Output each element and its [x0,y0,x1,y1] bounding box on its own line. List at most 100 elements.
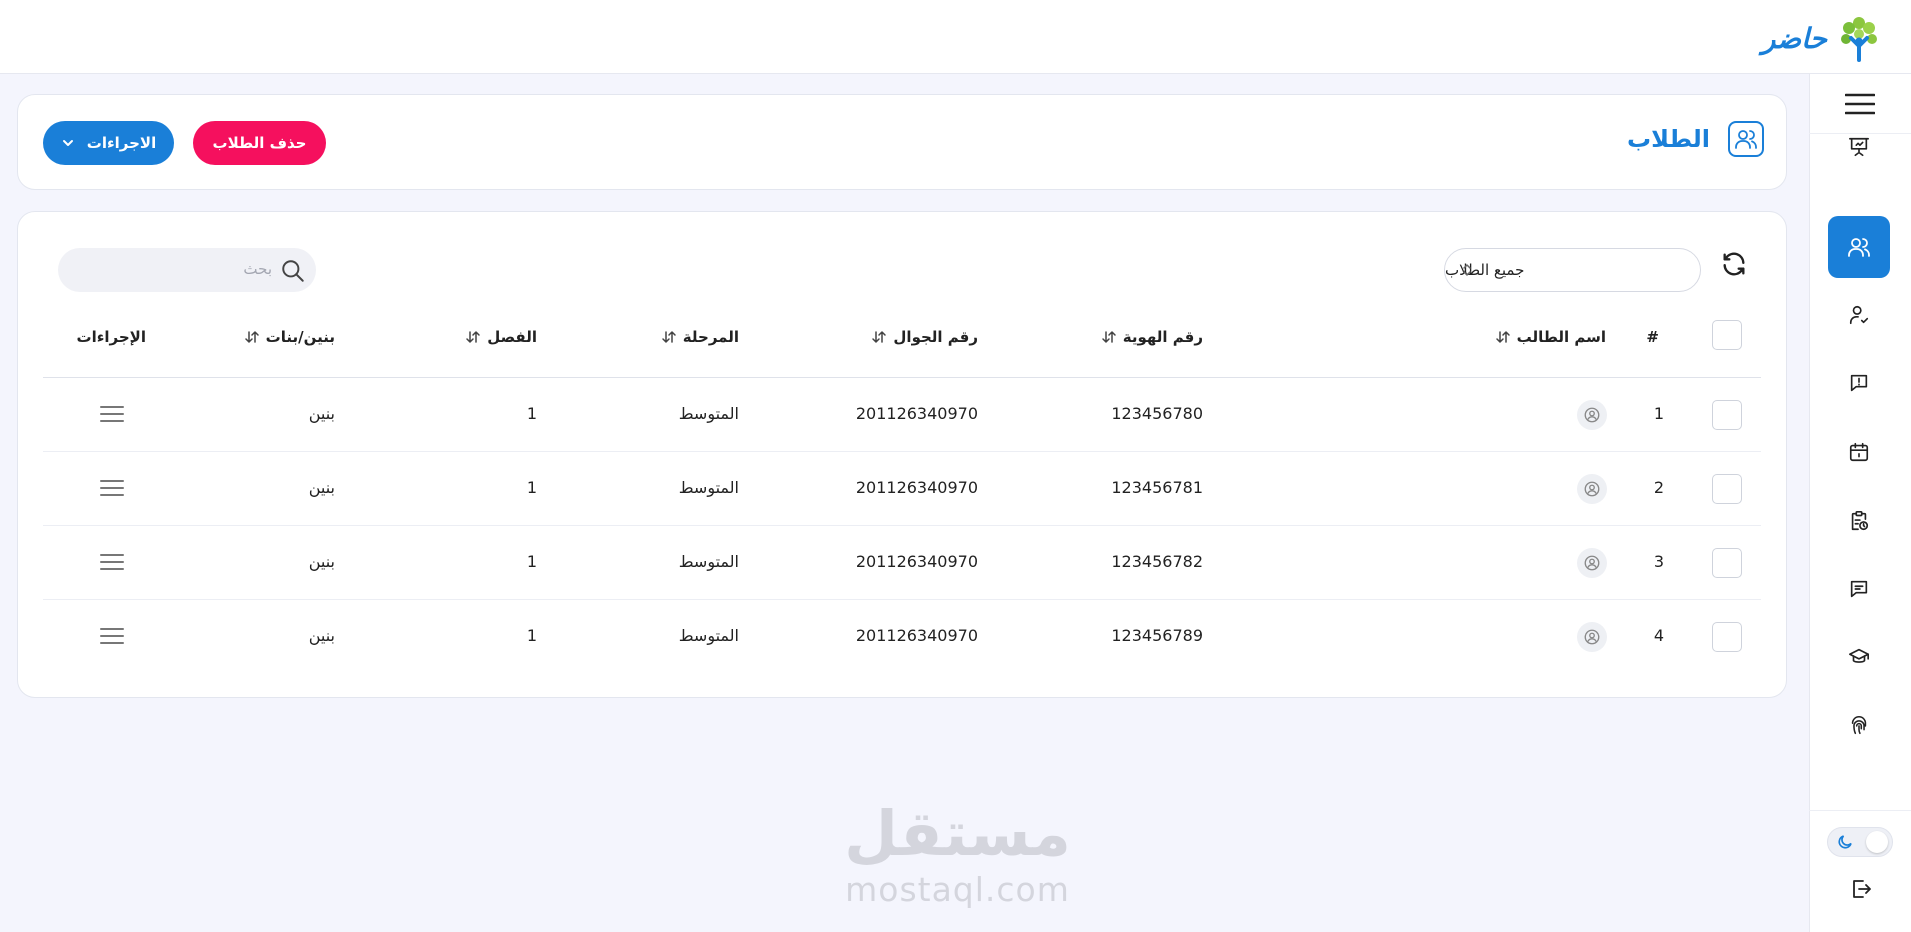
student-avatar[interactable] [1577,400,1607,430]
row-checkbox[interactable] [1712,474,1742,504]
sidebar-item-calendar[interactable] [1828,421,1890,483]
users-icon [1848,238,1870,257]
user-circle-icon [1584,481,1600,497]
clipboard-clock-icon [1851,511,1869,531]
sidebar-item-reports[interactable] [1828,490,1890,552]
theme-toggle[interactable] [1827,827,1893,857]
user-circle-icon [1584,629,1600,645]
hamburger-icon [1845,93,1875,114]
watermark-latin: mostaql.com [845,870,1070,909]
row-menu-icon[interactable] [100,478,124,498]
row-checkbox[interactable] [1712,400,1742,430]
row-gender: بنين [308,626,335,645]
column-header-actions: الإجراءات [76,328,146,346]
row-gender: بنين [308,552,335,571]
row-checkbox[interactable] [1712,548,1742,578]
row-phone: 201126340970 [855,404,978,423]
student-avatar[interactable] [1577,548,1607,578]
row-number: 1 [1653,404,1664,423]
student-avatar[interactable] [1577,474,1607,504]
column-header-student-name[interactable]: اسم الطالب [1495,328,1606,346]
column-header-class[interactable]: الفصل [465,328,537,346]
sidebar-item-dashboard[interactable] [1828,116,1890,178]
sort-icon [244,331,259,343]
top-bar: حاضر [0,0,1911,74]
sort-icon [662,331,676,343]
fingerprint-icon [1851,715,1867,735]
row-phone: 201126340970 [855,552,978,571]
row-class: 1 [526,404,537,423]
presentation-board-icon [1849,137,1869,157]
table-row: 3 123456782 201126340970 المتوسط 1 بنين [43,526,1761,600]
user-circle-icon [1584,407,1600,423]
chat-icon [1850,580,1868,598]
row-number: 4 [1653,626,1664,645]
row-stage: المتوسط [678,404,739,423]
theme-toggle-knob [1866,831,1888,853]
sidebar [1809,74,1911,932]
sort-icon [872,331,887,343]
users-icon [1728,121,1764,157]
watermark-arabic: مستقل [844,797,1071,870]
row-checkbox[interactable] [1712,622,1742,652]
sort-icon [466,331,480,343]
user-circle-icon [1584,555,1600,571]
brand[interactable]: حاضر [1762,14,1881,62]
search-input[interactable] [62,260,272,278]
search-icon [282,260,304,282]
row-gender: بنين [308,404,335,423]
table-row: 1 123456780 201126340970 المتوسط 1 بنين [43,378,1761,452]
refresh-icon[interactable] [1720,250,1748,278]
row-class: 1 [526,626,537,645]
row-id-number: 123456782 [1111,552,1203,571]
row-number: 2 [1653,478,1664,497]
sort-icon [1495,331,1510,343]
row-phone: 201126340970 [855,478,978,497]
row-menu-icon[interactable] [100,404,124,424]
row-stage: المتوسط [678,552,739,571]
row-gender: بنين [308,478,335,497]
search-box[interactable] [58,248,316,292]
table-row: 4 123456789 201126340970 المتوسط 1 بنين [43,600,1761,674]
students-filter-value: جميع الطلاب [1445,261,1525,279]
row-stage: المتوسط [678,478,739,497]
students-filter-select[interactable]: جميع الطلاب [1444,248,1701,292]
row-phone: 201126340970 [855,626,978,645]
sidebar-item-attendance[interactable] [1828,284,1890,346]
message-alert-icon [1850,374,1868,392]
sidebar-item-fingerprint[interactable] [1828,694,1890,756]
calendar-icon [1849,442,1869,462]
sidebar-item-messages[interactable] [1828,558,1890,620]
graduation-cap-icon [1849,648,1869,663]
sidebar-item-students[interactable] [1828,216,1890,278]
row-menu-icon[interactable] [100,626,124,646]
sidebar-footer [1809,810,1911,932]
column-header-gender[interactable]: بنين/بنات [244,328,335,346]
students-table-card: جميع الطلاب # اسم الطالب رقم الهوية رقم … [17,211,1787,698]
sidebar-item-grades[interactable] [1828,626,1890,688]
row-id-number: 123456781 [1111,478,1203,497]
select-arrows-icon [1463,264,1471,276]
delete-students-button[interactable]: حذف الطلاب [193,121,326,165]
column-header-id-number[interactable]: رقم الهوية [1101,328,1203,346]
moon-icon [1838,835,1852,849]
student-avatar[interactable] [1577,622,1607,652]
page-title-text: الطلاب [1627,125,1710,153]
brand-name: حاضر [1761,21,1827,55]
tree-logo-icon [1841,17,1877,62]
row-menu-icon[interactable] [100,552,124,572]
actions-dropdown-label: الاجراءات [86,134,157,152]
user-check-icon [1849,305,1869,325]
row-id-number: 123456789 [1111,626,1203,645]
page-title: الطلاب [1627,121,1764,157]
chevron-down-icon [62,140,73,146]
column-header-phone[interactable]: رقم الجوال [871,328,978,346]
select-all-checkbox[interactable] [1712,320,1742,350]
column-header-stage[interactable]: المرحلة [661,328,739,346]
row-class: 1 [526,478,537,497]
table-row: 2 123456781 201126340970 المتوسط 1 بنين [43,452,1761,526]
actions-dropdown-button[interactable]: الاجراءات [43,121,174,165]
page-header-card: الطلاب حذف الطلاب الاجراءات [17,94,1787,190]
logout-icon[interactable] [1849,877,1873,901]
sidebar-item-alerts[interactable] [1828,352,1890,414]
